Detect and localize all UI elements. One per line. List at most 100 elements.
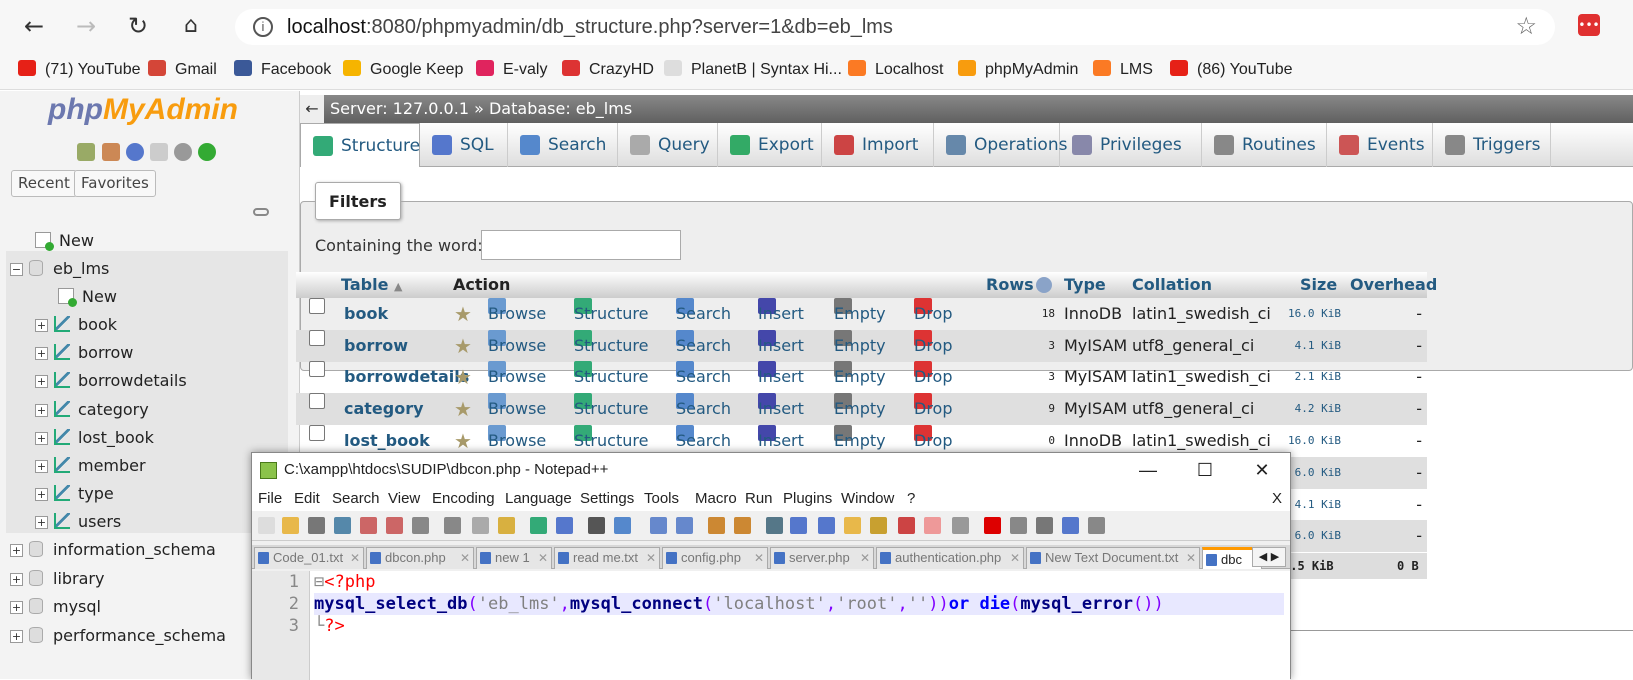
bookmark-4[interactable]: E-valy — [476, 60, 547, 79]
tree-db-mysql[interactable]: + mysql — [10, 597, 101, 616]
toolbar-icon-23[interactable] — [898, 517, 915, 534]
tab-close-icon[interactable]: ✕ — [460, 548, 470, 568]
toolbar-icon-5[interactable] — [386, 517, 403, 534]
size[interactable]: 2.1 KiB — [1295, 361, 1341, 393]
tab-sql[interactable]: SQL — [420, 123, 508, 167]
expand-toggle-icon[interactable]: + — [35, 431, 48, 445]
table-name-link[interactable]: borrow — [344, 330, 408, 362]
toolbar-icon-24[interactable] — [924, 517, 941, 534]
row-checkbox[interactable] — [309, 393, 325, 410]
toolbar-icon-8[interactable] — [472, 517, 489, 534]
tab-export[interactable]: Export — [718, 123, 822, 167]
tab-import[interactable]: Import — [822, 123, 934, 167]
breadcrumb-server[interactable]: Server: 127.0.0.1 — [330, 99, 469, 118]
size[interactable]: 16.0 KiB — [1288, 425, 1341, 457]
tab-events[interactable]: Events — [1327, 123, 1433, 167]
exit-icon[interactable] — [102, 143, 120, 161]
expand-toggle-icon[interactable]: + — [10, 601, 23, 614]
table-name-link[interactable]: book — [344, 298, 388, 330]
toolbar-icon-29[interactable] — [1062, 517, 1079, 534]
size[interactable]: 4.1 KiB — [1295, 330, 1341, 362]
toolbar-icon-17[interactable] — [734, 517, 751, 534]
menu-encoding[interactable]: Encoding — [432, 487, 495, 511]
row-checkbox[interactable] — [309, 329, 325, 346]
link-icon[interactable] — [253, 208, 269, 216]
favorite-star-icon[interactable]: ★ — [454, 361, 472, 393]
tree-table-category[interactable]: + category — [35, 400, 149, 419]
toolbar-icon-4[interactable] — [360, 517, 377, 534]
reload-nav-icon[interactable] — [198, 143, 216, 161]
menu-language[interactable]: Language — [505, 487, 572, 511]
collapse-arrow-icon[interactable]: ← — [300, 95, 324, 123]
notepadpp-window[interactable]: C:\xampp\htdocs\SUDIP\dbcon.php - Notepa… — [251, 452, 1291, 680]
menu-edit[interactable]: Edit — [294, 487, 320, 511]
filter-input[interactable] — [481, 230, 681, 260]
tab-close-icon[interactable]: ✕ — [754, 548, 764, 568]
maximize-icon[interactable]: ☐ — [1177, 453, 1233, 487]
notepad-titlebar[interactable]: C:\xampp\htdocs\SUDIP\dbcon.php - Notepa… — [252, 453, 1290, 487]
bookmark-star-icon[interactable]: ☆ — [1515, 9, 1537, 45]
toolbar-icon-19[interactable] — [790, 517, 807, 534]
tree-table-borrow[interactable]: + borrow — [35, 343, 133, 362]
toolbar-icon-3[interactable] — [334, 517, 351, 534]
tab-routines[interactable]: Routines — [1202, 123, 1327, 167]
reload-icon[interactable]: ↻ — [122, 10, 154, 42]
tab-scroll-arrows[interactable]: ◀ ▶ — [1252, 547, 1286, 567]
bookmark-9[interactable]: LMS — [1093, 60, 1153, 79]
menu-file[interactable]: File — [258, 487, 282, 511]
forward-arrow-icon[interactable]: → — [70, 10, 102, 42]
toolbar-icon-26[interactable] — [984, 517, 1001, 534]
toolbar-icon-20[interactable] — [818, 517, 835, 534]
menu-plugins[interactable]: Plugins — [783, 487, 832, 511]
size[interactable]: 16.0 KiB — [1288, 298, 1341, 330]
th-overhead[interactable]: Overhead — [1350, 272, 1437, 298]
size[interactable]: 4.2 KiB — [1295, 393, 1341, 425]
tree-table-new[interactable]: New — [58, 287, 117, 307]
tree-db-information_schema[interactable]: + information_schema — [10, 540, 216, 559]
expand-toggle-icon[interactable]: + — [35, 347, 48, 361]
toolbar-icon-16[interactable] — [708, 517, 725, 534]
expand-toggle-icon[interactable]: + — [10, 544, 23, 557]
table-name-link[interactable]: category — [344, 393, 424, 425]
bookmark-0[interactable]: (71) YouTube — [18, 60, 140, 79]
tab-query[interactable]: Query — [618, 123, 718, 167]
minimize-icon[interactable]: — — [1120, 453, 1176, 487]
menu-view[interactable]: View — [388, 487, 420, 511]
docs-icon[interactable] — [150, 143, 168, 161]
tree-table-book[interactable]: + book — [35, 315, 117, 334]
doc-tab[interactable]: server.php ✕ — [770, 547, 874, 569]
tab-close-icon[interactable]: ✕ — [1010, 548, 1020, 568]
recent-button[interactable]: Recent — [11, 170, 77, 197]
bookmark-5[interactable]: CrazyHD — [562, 60, 654, 79]
expand-toggle-icon[interactable]: + — [35, 460, 48, 473]
bookmark-2[interactable]: Facebook — [234, 60, 331, 79]
tab-close-icon[interactable]: ✕ — [538, 548, 548, 568]
code-editor[interactable]: 123 ⊟<?php mysql_select_db('eb_lms',mysq… — [252, 571, 1290, 680]
toolbar-icon-18[interactable] — [766, 517, 783, 534]
bookmark-1[interactable]: Gmail — [148, 60, 217, 79]
tree-table-type[interactable]: + type — [35, 484, 114, 503]
toolbar-icon-10[interactable] — [530, 517, 547, 534]
bookmark-6[interactable]: PlanetB | Syntax Hi... — [664, 60, 842, 79]
menu-?[interactable]: ? — [907, 487, 915, 511]
th-collation[interactable]: Collation — [1132, 272, 1212, 298]
toolbar-icon-21[interactable] — [844, 517, 861, 534]
tree-table-borrowdetails[interactable]: + borrowdetails — [35, 371, 187, 390]
size[interactable]: 6.0 KiB — [1295, 457, 1341, 489]
toolbar-icon-7[interactable] — [444, 517, 461, 534]
toolbar-icon-13[interactable] — [614, 517, 631, 534]
code-text[interactable]: ⊟<?php mysql_select_db('eb_lms',mysql_co… — [314, 571, 1284, 637]
expand-toggle-icon[interactable]: + — [10, 572, 23, 586]
tab-close-icon[interactable]: ✕ — [860, 548, 870, 568]
doc-tab[interactable]: read me.txt ✕ — [554, 547, 660, 569]
bookmark-8[interactable]: phpMyAdmin — [958, 60, 1078, 79]
size[interactable]: 4.1 KiB — [1295, 489, 1341, 521]
expand-toggle-icon[interactable]: + — [35, 403, 48, 417]
toolbar-icon-0[interactable] — [258, 517, 275, 534]
toolbar-icon-27[interactable] — [1010, 517, 1027, 534]
favorite-star-icon[interactable]: ★ — [454, 298, 472, 330]
toolbar-icon-22[interactable] — [870, 517, 887, 534]
toolbar-icon-15[interactable] — [676, 517, 693, 534]
toolbar-icon-2[interactable] — [308, 517, 325, 534]
menu-window[interactable]: Window — [841, 487, 894, 511]
